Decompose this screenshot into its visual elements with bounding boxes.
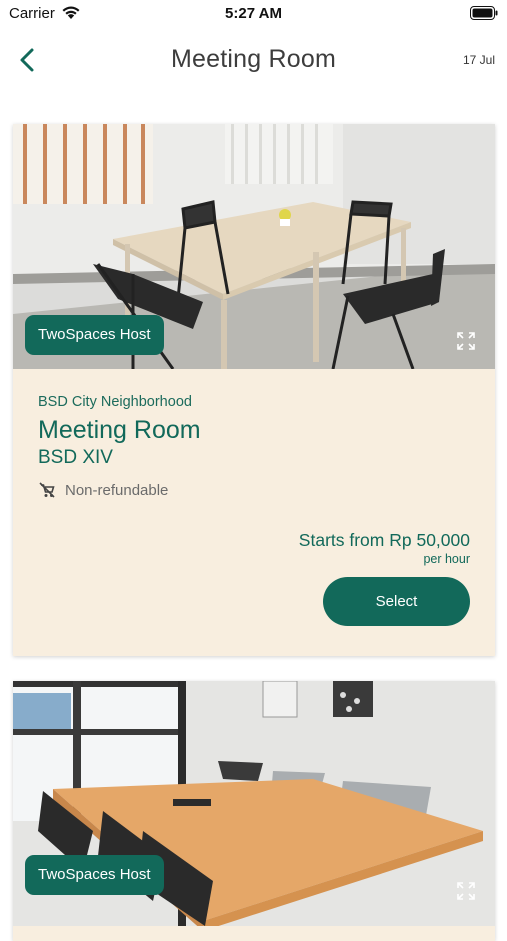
status-time: 5:27 AM — [225, 5, 282, 22]
battery-icon — [470, 6, 498, 20]
no-cart-icon — [39, 482, 55, 498]
price-label: Starts from Rp 50,000 — [298, 530, 470, 550]
host-badge: TwoSpaces Host — [25, 855, 164, 895]
expand-icon[interactable] — [457, 332, 475, 350]
listing-card[interactable]: TwoSpaces Host — [13, 681, 495, 941]
price-unit: per hour — [423, 552, 470, 566]
navigation-bar: Meeting Room 17 Jul — [0, 36, 507, 86]
listing-card[interactable]: TwoSpaces Host BSD City Neighborhood Mee… — [13, 124, 495, 656]
room-subtitle: BSD XIV — [38, 447, 113, 468]
room-name: Meeting Room — [38, 416, 201, 444]
expand-icon[interactable] — [457, 882, 475, 900]
refund-policy: Non-refundable — [65, 482, 169, 499]
neighborhood-label: BSD City Neighborhood — [38, 394, 192, 410]
status-bar: Carrier 5:27 AM — [0, 0, 507, 28]
date-label[interactable]: 17 Jul — [463, 53, 495, 67]
page-title: Meeting Room — [171, 45, 336, 73]
room-photo[interactable]: TwoSpaces Host — [13, 681, 495, 926]
select-button[interactable]: Select — [323, 577, 470, 626]
room-photo[interactable]: TwoSpaces Host — [13, 124, 495, 369]
host-badge: TwoSpaces Host — [25, 315, 164, 355]
